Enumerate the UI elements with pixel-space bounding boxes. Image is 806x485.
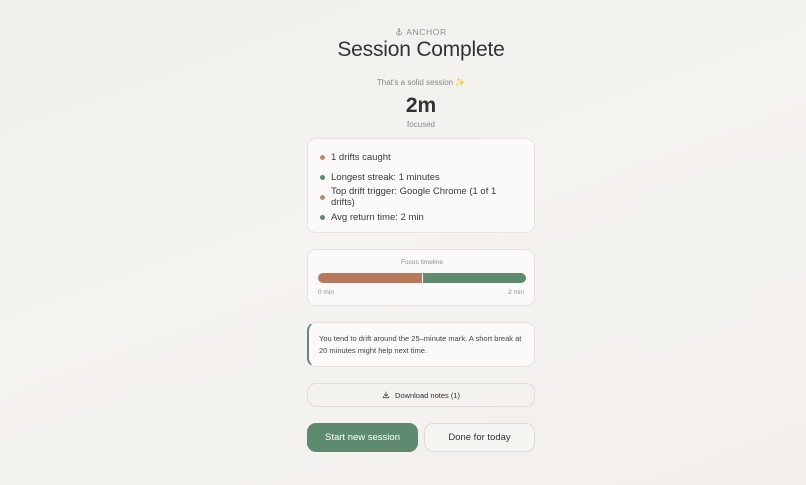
timeline-label: Focus timeline (401, 259, 443, 266)
focused-time-label: focused (406, 120, 436, 129)
status-dot (320, 154, 325, 160)
download-notes-button[interactable]: Download notes (1) (307, 383, 535, 407)
status-dot (320, 214, 325, 220)
stat-text: Longest streak: 1 minutes (331, 171, 440, 183)
brand-name: ANCHOR (406, 27, 447, 37)
timeline-segment-drift (318, 273, 422, 283)
timeline-segment-focus (422, 273, 526, 283)
stat-item: 1 drifts caught (320, 147, 522, 167)
stats-card: 1 drifts caught Longest streak: 1 minute… (307, 138, 535, 233)
focus-timeline-card: Focus timeline 0 min 2 min (307, 249, 535, 306)
status-dot (320, 174, 325, 180)
insight-card: You tend to drift around the 25–minute m… (307, 322, 535, 367)
subtitle-text: That's a solid session (376, 78, 454, 87)
stat-text: Top drift trigger: Google Chrome (1 of 1… (331, 186, 497, 208)
anchor-icon (396, 28, 403, 36)
sparkle-icon: ✨ (455, 78, 466, 87)
timeline-end-label: 2 min (508, 289, 524, 296)
focused-time-value: 2m (405, 94, 437, 117)
stat-text: Avg return time: 2 min (331, 211, 424, 223)
timeline-start-label: 0 min (318, 289, 334, 296)
stat-text: 1 drifts caught (331, 151, 391, 163)
stat-item: Longest streak: 1 minutes (320, 167, 522, 187)
download-label: Download notes (1) (394, 390, 461, 400)
start-new-session-button[interactable]: Start new session (307, 423, 418, 452)
session-subtitle: That's a solid session ✨ (307, 78, 535, 87)
stat-item: Top drift trigger: Google Chrome (1 of 1… (320, 186, 522, 208)
stat-item: Avg return time: 2 min (320, 207, 522, 227)
download-icon (382, 391, 390, 399)
page-title: Session Complete (337, 38, 505, 61)
status-dot (320, 194, 325, 200)
brand: ANCHOR (307, 27, 535, 37)
timeline-bar (318, 273, 526, 283)
done-for-today-button[interactable]: Done for today (424, 423, 535, 452)
